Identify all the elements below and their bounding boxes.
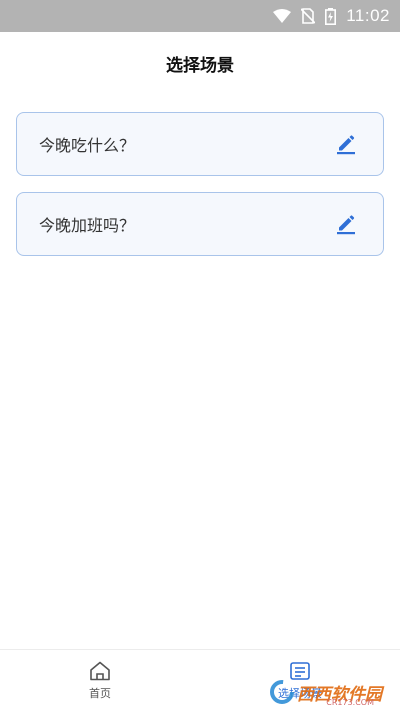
tab-home[interactable]: 首页 xyxy=(0,650,200,711)
status-time: 11:02 xyxy=(346,6,390,25)
watermark-c-icon xyxy=(270,680,294,704)
scene-card[interactable]: 今晚吃什么？ xyxy=(16,112,384,176)
scene-list: 今晚吃什么？ 今晚加班吗？ xyxy=(16,112,384,272)
watermark-url: CR173.COM xyxy=(326,698,374,707)
no-sim-icon xyxy=(301,8,316,24)
scene-label: 今晚吃什么？ xyxy=(39,136,136,155)
page-title: 选择场景 xyxy=(166,55,234,76)
scene-list-icon xyxy=(290,661,310,680)
wifi-icon xyxy=(273,9,292,23)
page-header: 选择场景 xyxy=(0,32,400,94)
watermark-logo: 西西软件园 CR173.COM xyxy=(269,679,382,707)
tab-home-label: 首页 xyxy=(89,686,111,700)
scene-label: 今晚加班吗？ xyxy=(39,216,136,235)
battery-charging-icon xyxy=(325,7,337,25)
scene-card[interactable]: 今晚加班吗？ xyxy=(16,192,384,256)
home-icon xyxy=(90,661,110,680)
status-bar: 11:02 xyxy=(0,0,400,32)
edit-icon[interactable] xyxy=(335,133,357,155)
edit-icon[interactable] xyxy=(335,213,357,235)
